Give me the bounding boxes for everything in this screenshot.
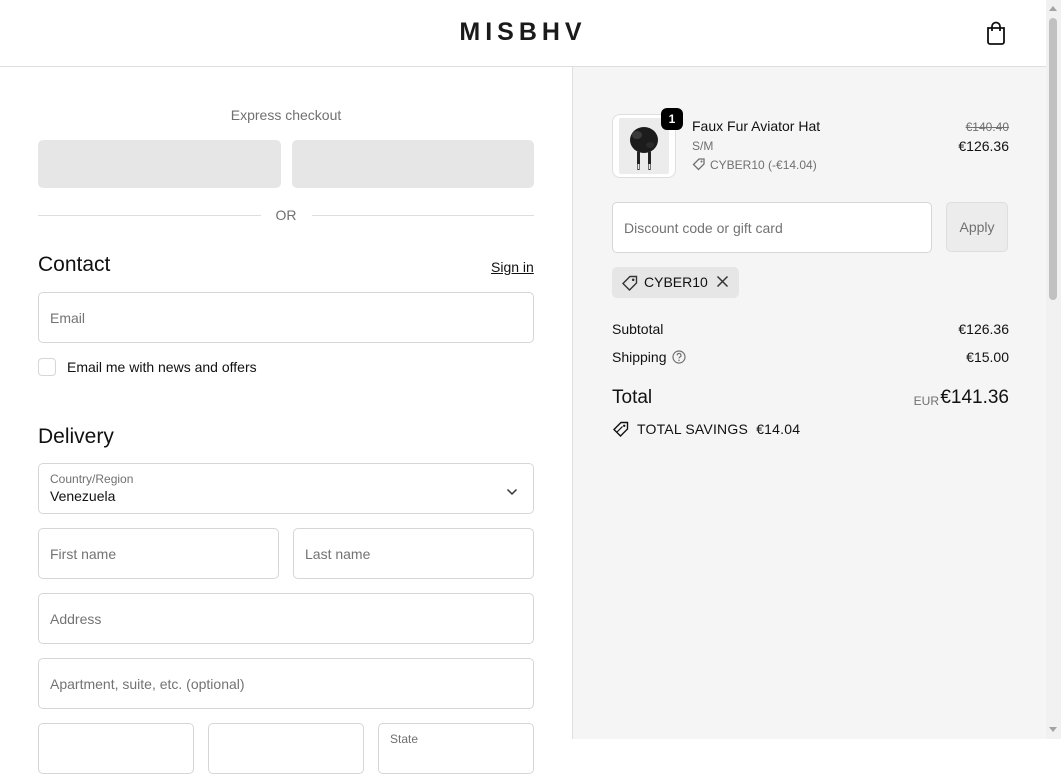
discount-code-input[interactable]	[613, 203, 931, 252]
tag-icon	[621, 274, 639, 295]
quantity-badge: 1	[661, 108, 683, 130]
product-name: Faux Fur Aviator Hat	[692, 118, 821, 134]
newsletter-label: Email me with news and offers	[67, 359, 257, 375]
subtotal-value: €126.36	[958, 321, 1009, 337]
applied-discount-code: CYBER10	[644, 274, 708, 290]
tag-icon	[692, 158, 705, 171]
city-field[interactable]	[38, 723, 194, 774]
total-savings: TOTAL SAVINGS €14.04	[637, 421, 800, 437]
or-divider: OR	[38, 207, 534, 223]
shipping-value: €15.00	[966, 349, 1009, 365]
help-icon[interactable]	[672, 350, 686, 367]
first-name-field[interactable]	[38, 528, 279, 579]
subtotal-label: Subtotal	[612, 321, 664, 337]
product-discount-label: CYBER10 (-€14.04)	[710, 158, 817, 172]
country-select[interactable]: Country/Region Venezuela	[38, 463, 534, 514]
apartment-input[interactable]	[39, 659, 533, 708]
site-header: MISBHV	[0, 0, 1046, 67]
contact-heading: Contact	[38, 253, 111, 276]
savings-tag-icon	[612, 420, 630, 441]
delivery-heading: Delivery	[38, 425, 114, 448]
total-value: €141.36	[940, 387, 1009, 408]
first-name-input[interactable]	[39, 529, 278, 578]
scroll-up-icon[interactable]	[1049, 6, 1057, 11]
last-name-input[interactable]	[294, 529, 533, 578]
or-divider-label: OR	[275, 207, 297, 223]
country-value: Venezuela	[50, 488, 116, 504]
state-select[interactable]: State	[378, 723, 534, 774]
email-field[interactable]	[38, 292, 534, 343]
apply-discount-button[interactable]: Apply	[946, 202, 1008, 252]
scrollbar-thumb[interactable]	[1049, 18, 1057, 300]
address-input[interactable]	[39, 594, 533, 643]
apartment-field[interactable]	[38, 658, 534, 709]
product-discount: CYBER10 (-€14.04)	[692, 157, 817, 172]
shopping-bag-icon[interactable]	[985, 21, 1007, 45]
product-variant: S/M	[692, 139, 714, 153]
sign-in-link[interactable]: Sign in	[491, 259, 534, 275]
order-summary-panel: 1 Faux Fur Aviator Hat S/M CYBER10 (-€14…	[572, 67, 1047, 739]
total-savings-label: TOTAL SAVINGS	[637, 421, 748, 437]
total-savings-value: €14.04	[756, 421, 801, 437]
applied-discount-chip: CYBER10	[612, 267, 739, 298]
express-pay-button-1[interactable]	[38, 140, 281, 188]
scroll-down-icon[interactable]	[1049, 727, 1057, 732]
chevron-down-icon	[506, 483, 518, 496]
discount-code-field[interactable]	[612, 202, 932, 253]
address-field[interactable]	[38, 593, 534, 644]
email-input[interactable]	[39, 293, 533, 342]
total-currency: EUR	[913, 394, 939, 408]
state-label: State	[390, 732, 419, 746]
checkout-form-panel: Express checkout OR Contact Sign in Emai…	[0, 67, 572, 774]
country-label: Country/Region	[50, 472, 134, 486]
brand-logo[interactable]: MISBHV	[0, 18, 1046, 47]
price-final: €126.36	[958, 138, 1009, 154]
last-name-field[interactable]	[293, 528, 534, 579]
express-pay-button-2[interactable]	[292, 140, 534, 188]
express-checkout-title: Express checkout	[230, 107, 342, 123]
newsletter-checkbox[interactable]	[38, 358, 56, 376]
shipping-label: Shipping	[612, 349, 667, 365]
postal-code-field[interactable]	[208, 723, 364, 774]
total-label: Total	[612, 387, 653, 408]
close-icon[interactable]	[716, 275, 729, 291]
page-scrollbar[interactable]	[1046, 0, 1061, 739]
price-original: €140.40	[965, 120, 1009, 134]
